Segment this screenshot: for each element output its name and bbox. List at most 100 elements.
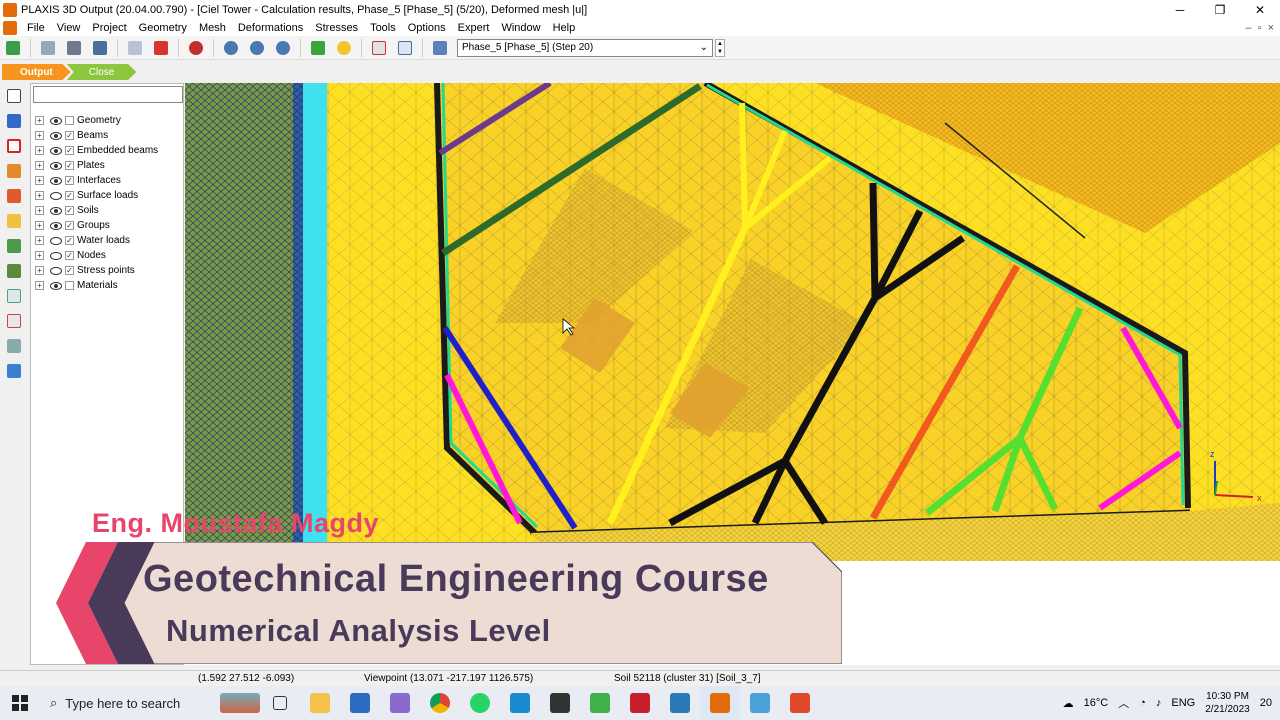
temperature[interactable]: 16°C [1084, 697, 1109, 709]
tree-checkbox[interactable]: ✓ [65, 131, 74, 140]
menu-help[interactable]: Help [547, 22, 582, 34]
menu-geometry[interactable]: Geometry [133, 22, 193, 34]
taskbar-file-explorer[interactable] [300, 686, 340, 720]
zoom-fit-button[interactable] [272, 38, 294, 58]
tab-output[interactable]: Output [2, 64, 71, 80]
visibility-eye-icon[interactable] [50, 146, 62, 155]
taskbar-app-3[interactable] [380, 686, 420, 720]
search-thumbnail[interactable] [220, 686, 260, 720]
language-indicator[interactable]: ENG [1171, 697, 1195, 709]
print-button[interactable] [63, 38, 85, 58]
menu-stresses[interactable]: Stresses [309, 22, 364, 34]
minimize-button[interactable]: ─ [1160, 3, 1200, 17]
tree-item-materials[interactable]: + Materials [31, 278, 183, 293]
menu-window[interactable]: Window [495, 22, 546, 34]
phase-spinner[interactable]: ▲ ▼ [715, 38, 725, 57]
tool-9[interactable] [5, 287, 23, 305]
start-button[interactable] [0, 686, 40, 720]
tray-chevron-icon[interactable]: ︿ [1118, 695, 1129, 711]
taskbar-autocad[interactable] [620, 686, 660, 720]
open-project-button[interactable] [2, 38, 24, 58]
expand-icon[interactable]: + [35, 266, 44, 275]
mdi-restore-button[interactable]: ▫ [1258, 22, 1262, 34]
tree-checkbox[interactable]: ✓ [65, 146, 74, 155]
mdi-minimize-button[interactable]: – [1246, 22, 1252, 34]
weather-icon[interactable]: ☁ [1063, 697, 1074, 710]
menu-view[interactable]: View [51, 22, 87, 34]
taskbar-whatsapp[interactable] [460, 686, 500, 720]
visibility-eye-icon[interactable] [50, 251, 62, 260]
taskbar-app-5[interactable] [500, 686, 540, 720]
taskbar-app-11[interactable] [740, 686, 780, 720]
zoom-window-button[interactable] [124, 38, 146, 58]
mdi-close-button[interactable]: × [1268, 22, 1274, 34]
menu-expert[interactable]: Expert [452, 22, 496, 34]
draw-button[interactable] [150, 38, 172, 58]
tool-11[interactable] [5, 337, 23, 355]
maximize-button[interactable]: ❐ [1200, 3, 1240, 17]
expand-icon[interactable]: + [35, 251, 44, 260]
curves-button[interactable] [368, 38, 390, 58]
expand-icon[interactable]: + [35, 236, 44, 245]
pan-button[interactable] [307, 38, 329, 58]
zoom-out-button[interactable] [246, 38, 268, 58]
visibility-eye-icon[interactable] [50, 221, 62, 230]
tool-4[interactable] [5, 162, 23, 180]
tree-item-interfaces[interactable]: + ✓ Interfaces [31, 173, 183, 188]
tree-checkbox[interactable]: ✓ [65, 251, 74, 260]
tree-checkbox[interactable]: ✓ [65, 206, 74, 215]
menu-tools[interactable]: Tools [364, 22, 402, 34]
menu-options[interactable]: Options [402, 22, 452, 34]
tree-item-soils[interactable]: + ✓ Soils [31, 203, 183, 218]
save-image-button[interactable] [89, 38, 111, 58]
tree-item-geometry[interactable]: + Geometry [31, 113, 183, 128]
close-window-button[interactable]: ✕ [1240, 3, 1280, 17]
menu-deformations[interactable]: Deformations [232, 22, 309, 34]
tree-checkbox[interactable] [65, 116, 74, 125]
network-icon[interactable]: ◔ [1139, 697, 1146, 709]
notifications-badge[interactable]: 20 [1260, 697, 1272, 709]
explorer-search-input[interactable] [33, 86, 183, 103]
tool-8[interactable] [5, 262, 23, 280]
tool-2[interactable] [5, 112, 23, 130]
taskbar-app-7[interactable] [580, 686, 620, 720]
tool-12[interactable] [5, 362, 23, 380]
zoom-in-button[interactable] [220, 38, 242, 58]
expand-icon[interactable]: + [35, 221, 44, 230]
visibility-eye-icon[interactable] [50, 281, 62, 290]
tool-10[interactable] [5, 312, 23, 330]
tool-5[interactable] [5, 187, 23, 205]
tree-item-stress-points[interactable]: + ✓ Stress points [31, 263, 183, 278]
tree-item-nodes[interactable]: + ✓ Nodes [31, 248, 183, 263]
tree-checkbox[interactable]: ✓ [65, 191, 74, 200]
taskbar-app-12[interactable] [780, 686, 820, 720]
visibility-eye-icon[interactable] [50, 176, 62, 185]
visibility-eye-icon[interactable] [50, 131, 62, 140]
expand-icon[interactable]: + [35, 191, 44, 200]
clock[interactable]: 10:30 PM 2/21/2023 [1205, 690, 1250, 716]
tool-7[interactable] [5, 237, 23, 255]
expand-icon[interactable]: + [35, 116, 44, 125]
tool-3[interactable] [5, 137, 23, 155]
expand-icon[interactable]: + [35, 146, 44, 155]
taskbar-search[interactable]: ⌕ Type here to search [40, 686, 220, 720]
visibility-eye-icon[interactable] [50, 161, 62, 170]
volume-icon[interactable]: ♪ [1156, 697, 1162, 709]
phase-select[interactable]: Phase_5 [Phase_5] (Step 20) ⌄ [457, 38, 713, 57]
expand-icon[interactable]: + [35, 161, 44, 170]
visibility-eye-icon[interactable] [50, 236, 62, 245]
tool-6[interactable] [5, 212, 23, 230]
menu-mesh[interactable]: Mesh [193, 22, 232, 34]
phase-list-button[interactable] [429, 38, 451, 58]
tree-checkbox[interactable]: ✓ [65, 176, 74, 185]
tree-item-groups[interactable]: + ✓ Groups [31, 218, 183, 233]
visibility-eye-icon[interactable] [50, 266, 62, 275]
taskbar-plaxis-output[interactable] [700, 686, 740, 720]
task-view-button[interactable] [260, 686, 300, 720]
tree-checkbox[interactable]: ✓ [65, 236, 74, 245]
tree-checkbox[interactable] [65, 281, 74, 290]
visibility-eye-icon[interactable] [50, 191, 62, 200]
menu-file[interactable]: File [21, 22, 51, 34]
copy-button[interactable] [37, 38, 59, 58]
tree-item-plates[interactable]: + ✓ Plates [31, 158, 183, 173]
